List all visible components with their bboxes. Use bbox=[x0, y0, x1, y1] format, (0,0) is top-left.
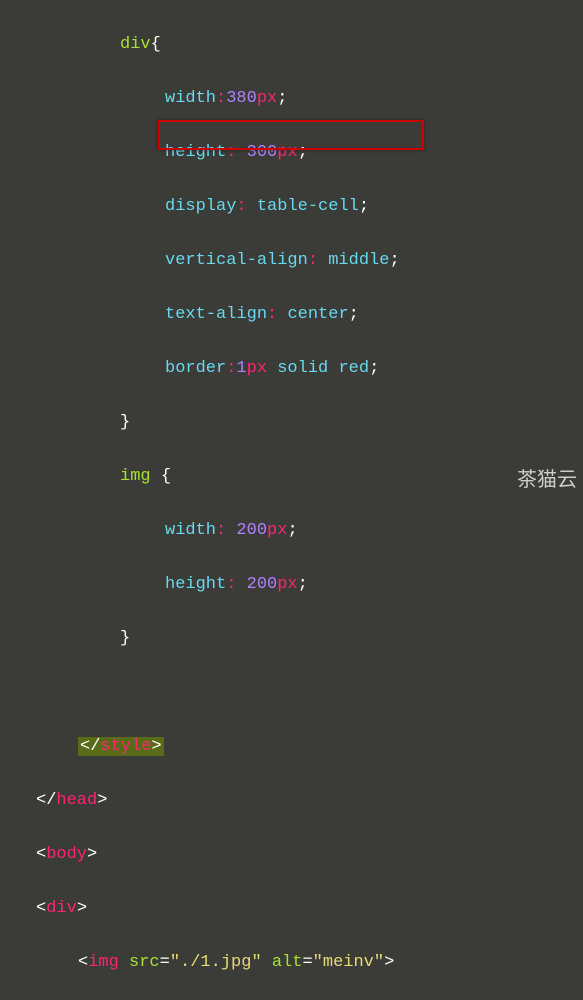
code-line: height: 200px; bbox=[0, 571, 583, 598]
css-selector: img bbox=[120, 467, 161, 486]
code-line: <div> bbox=[0, 895, 583, 922]
code-line: display: table-cell; bbox=[0, 193, 583, 220]
code-line: width: 200px; bbox=[0, 517, 583, 544]
watermark-text: 茶猫云 bbox=[517, 467, 577, 494]
code-line: text-align: center; bbox=[0, 301, 583, 328]
code-editor[interactable]: div{ width:380px; height: 300px; display… bbox=[0, 0, 583, 1000]
code-line: height: 300px; bbox=[0, 139, 583, 166]
css-selector: div bbox=[120, 35, 151, 54]
code-line: } bbox=[0, 409, 583, 436]
code-line: <body> bbox=[0, 841, 583, 868]
code-line: } bbox=[0, 625, 583, 652]
code-line: border:1px solid red; bbox=[0, 355, 583, 382]
code-line: </style> bbox=[0, 733, 583, 760]
code-line bbox=[0, 679, 583, 706]
code-line: </head> bbox=[0, 787, 583, 814]
code-line-highlighted: vertical-align: middle; bbox=[0, 247, 583, 274]
code-line: <img src="./1.jpg" alt="meinv"> bbox=[0, 949, 583, 976]
code-line: width:380px; bbox=[0, 85, 583, 112]
code-line: img { bbox=[0, 463, 583, 490]
code-line: div{ bbox=[0, 31, 583, 58]
